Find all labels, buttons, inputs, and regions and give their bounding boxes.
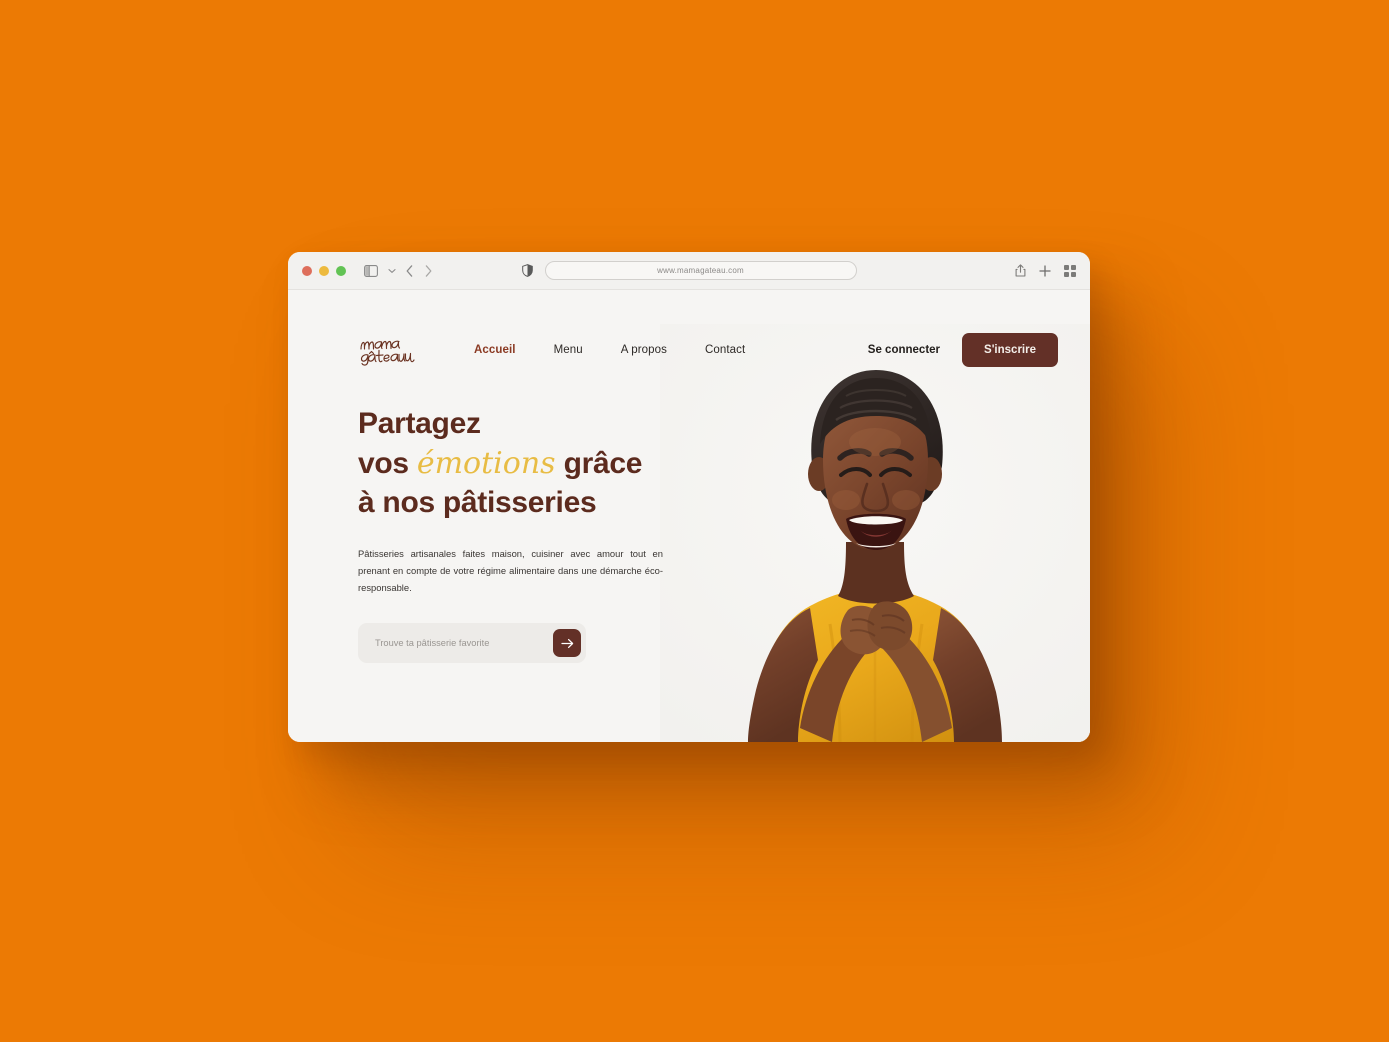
- pastry-search-form: [358, 623, 586, 664]
- close-window-button[interactable]: [302, 265, 312, 276]
- headline-line-1: Partagez: [358, 407, 481, 440]
- chevron-down-icon[interactable]: [388, 268, 396, 274]
- hero-photo: [660, 324, 1090, 742]
- headline-line-2-post: grâce: [555, 446, 643, 480]
- headline-line-2-pre: vos: [358, 446, 417, 480]
- browser-toolbar: www.mamagateau.com: [288, 252, 1090, 290]
- hero-copy: Partagez vos émotions grâce à nos pâtiss…: [288, 382, 663, 742]
- nav-item-a-propos[interactable]: A propos: [621, 344, 667, 356]
- nav-item-menu[interactable]: Menu: [554, 344, 583, 356]
- url-text: www.mamagateau.com: [657, 266, 744, 275]
- nav-item-accueil[interactable]: Accueil: [474, 344, 516, 356]
- sidebar-icon[interactable]: [364, 264, 378, 277]
- headline-accent-word: émotions: [416, 445, 556, 481]
- forward-arrow-icon[interactable]: [425, 264, 432, 277]
- website-viewport: Accueil Menu A propos Contact Se connect…: [288, 290, 1090, 742]
- nav-item-contact[interactable]: Contact: [705, 344, 745, 356]
- minimize-window-button[interactable]: [319, 265, 329, 276]
- back-arrow-icon[interactable]: [406, 264, 413, 277]
- site-header: Accueil Menu A propos Contact Se connect…: [288, 290, 1090, 382]
- share-icon[interactable]: [1015, 264, 1026, 277]
- auth-actions: Se connecter S'inscrire: [868, 333, 1058, 367]
- plus-icon[interactable]: [1039, 264, 1051, 277]
- page-title: Partagez vos émotions grâce à nos pâtiss…: [358, 404, 643, 523]
- toolbar-right-actions: [1015, 264, 1076, 277]
- hero-section: Partagez vos émotions grâce à nos pâtiss…: [288, 324, 1090, 742]
- search-submit-button[interactable]: [553, 629, 581, 658]
- url-field[interactable]: www.mamagateau.com: [544, 261, 857, 280]
- signup-button[interactable]: S'inscrire: [962, 333, 1058, 367]
- history-navigation: [406, 264, 432, 277]
- hero-description: Pâtisseries artisanales faites maison, c…: [358, 547, 663, 593]
- zoom-window-button[interactable]: [336, 265, 346, 276]
- site-logo[interactable]: [358, 335, 424, 366]
- sidebar-controls: [364, 264, 396, 277]
- browser-window: www.mamagateau.com Accueil Menu A propos…: [288, 252, 1090, 742]
- search-input[interactable]: [375, 638, 553, 649]
- login-link[interactable]: Se connecter: [868, 344, 940, 356]
- main-navigation: Accueil Menu A propos Contact: [474, 344, 745, 356]
- window-controls: [302, 265, 346, 276]
- headline-line-3: à nos pâtisseries: [358, 486, 597, 520]
- grid-icon[interactable]: [1064, 264, 1076, 277]
- shield-icon[interactable]: [521, 264, 533, 277]
